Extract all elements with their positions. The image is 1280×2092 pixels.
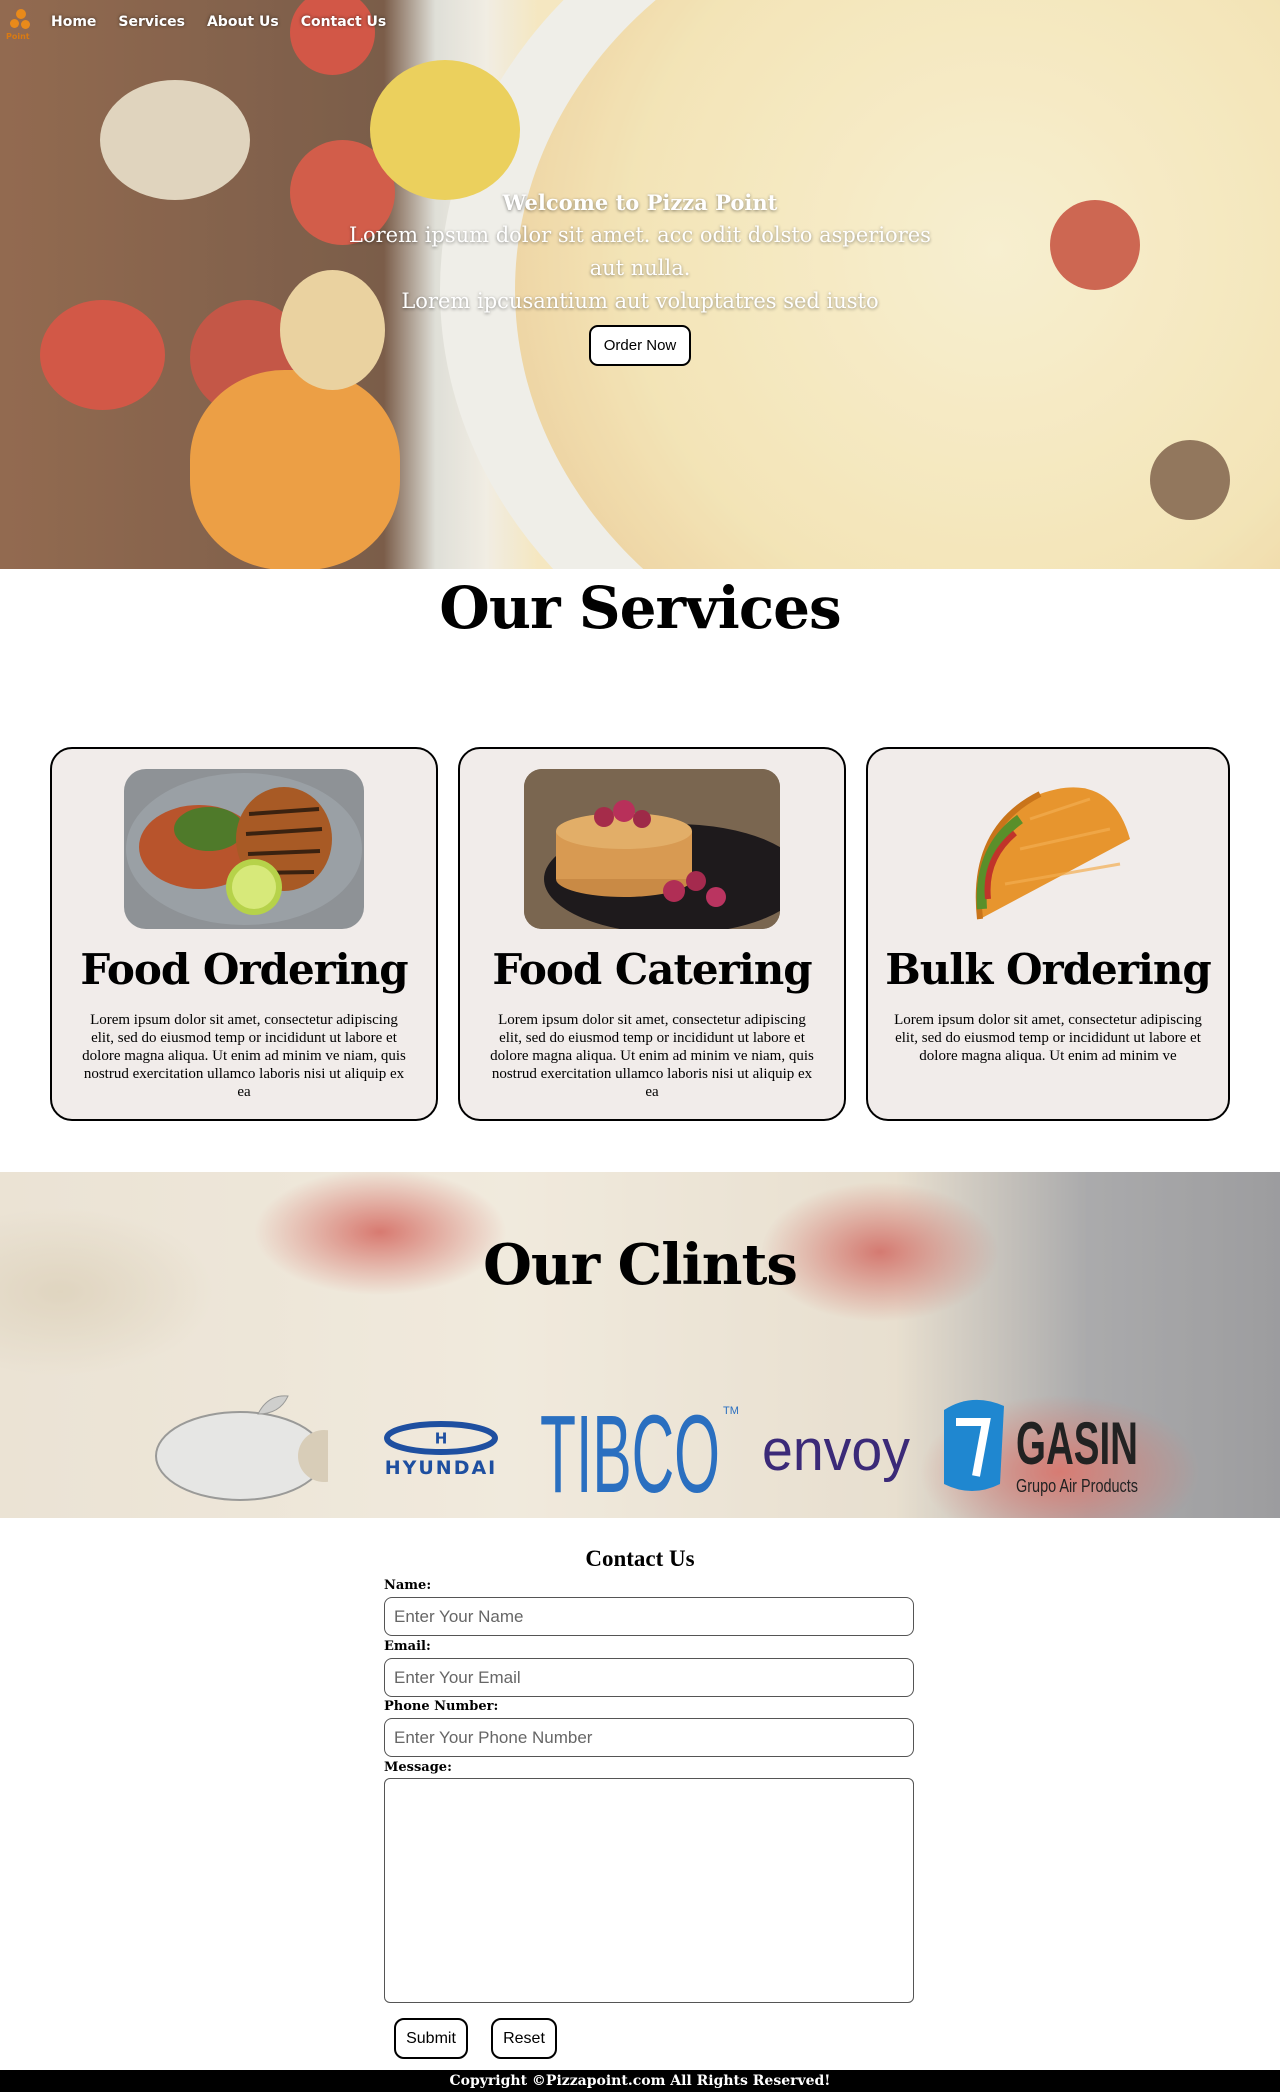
envoy-wordmark: envoy [762, 1418, 910, 1483]
hero-line-2: aut nulla. [589, 256, 691, 280]
food-ordering-image [124, 769, 364, 929]
bulk-ordering-taco-image [960, 769, 1140, 929]
submit-button[interactable]: Submit [394, 2018, 468, 2059]
copyright-text: Copyright ©Pizzapoint.com All Rights Res… [449, 2073, 831, 2089]
gasin-wordmark: GASIN [1016, 1410, 1138, 1477]
footer: Copyright ©Pizzapoint.com All Rights Res… [0, 2070, 1280, 2092]
phone-input[interactable] [384, 1718, 914, 1757]
name-input[interactable] [384, 1597, 914, 1636]
nav-item-contact-us[interactable]: Contact Us [301, 14, 387, 30]
name-label: Name: [384, 1578, 432, 1593]
nav-menu: Home Services About Us Contact Us [51, 14, 386, 30]
clients-section: Our Clints H HYUNDAI TIBCO TM envoy GASI… [0, 1172, 1280, 1518]
card-title-food-ordering: Food Ordering [80, 945, 408, 994]
contact-title: Contact Us [585, 1546, 695, 1571]
tibco-wordmark: TIBCO [540, 1393, 720, 1502]
card-text-bulk-ordering: Lorem ipsum dolor sit amet, consectetur … [894, 1012, 1202, 1064]
hyundai-wordmark: HYUNDAI [385, 1457, 498, 1479]
nav-item-services[interactable]: Services [118, 14, 185, 30]
svg-text:H: H [435, 1430, 448, 1448]
nav-item-home[interactable]: Home [51, 14, 96, 30]
hero-section: Point Home Services About Us Contact Us … [0, 0, 1280, 569]
gasin-tagline: Grupo Air Products [1016, 1476, 1138, 1496]
hero-line-1: Lorem ipsum dolor sit amet. acc odit dol… [349, 223, 931, 247]
hero-text-block: Welcome to Pizza Point Lorem ipsum dolor… [340, 186, 940, 318]
hyundai-logo: H HYUNDAI [346, 1420, 536, 1480]
gasin-logo: GASIN Grupo Air Products [942, 1392, 1142, 1502]
order-now-button[interactable]: Order Now [589, 325, 691, 366]
card-title-food-catering: Food Catering [492, 945, 812, 994]
food-catering-image [524, 769, 780, 929]
email-label: Email: [384, 1639, 431, 1654]
nav-item-about-us[interactable]: About Us [207, 14, 279, 30]
tibco-logo: TIBCO TM [540, 1392, 740, 1516]
clients-title: Our Clints [483, 1232, 798, 1298]
phone-label: Phone Number: [384, 1699, 499, 1714]
reset-button[interactable]: Reset [491, 2018, 557, 2059]
message-textarea[interactable] [384, 1778, 914, 2003]
hero-heading: Welcome to Pizza Point [502, 190, 778, 215]
hero-line-3: Lorem ipcusantium aut voluptatres sed iu… [401, 289, 879, 313]
pizza-point-logo[interactable]: Point [6, 6, 42, 44]
card-text-food-catering: Lorem ipsum dolor sit amet, consectetur … [490, 1012, 814, 1100]
tibco-tm: TM [723, 1405, 739, 1417]
logo-text: Point [6, 32, 30, 41]
service-card-food-catering: Food Catering Lorem ipsum dolor sit amet… [458, 747, 846, 1121]
services-title: Our Services [439, 574, 841, 642]
email-input[interactable] [384, 1658, 914, 1697]
message-label: Message: [384, 1760, 452, 1775]
card-text-food-ordering: Lorem ipsum dolor sit amet, consectetur … [82, 1012, 406, 1100]
top-nav: Point Home Services About Us Contact Us [0, 0, 1280, 48]
service-card-bulk-ordering: Bulk Ordering Lorem ipsum dolor sit amet… [866, 747, 1230, 1121]
envoy-logo: envoy [762, 1418, 912, 1488]
service-card-food-ordering: Food Ordering Lorem ipsum dolor sit amet… [50, 747, 438, 1121]
card-title-bulk-ordering: Bulk Ordering [885, 945, 1212, 994]
apple-logo [148, 1390, 350, 1508]
